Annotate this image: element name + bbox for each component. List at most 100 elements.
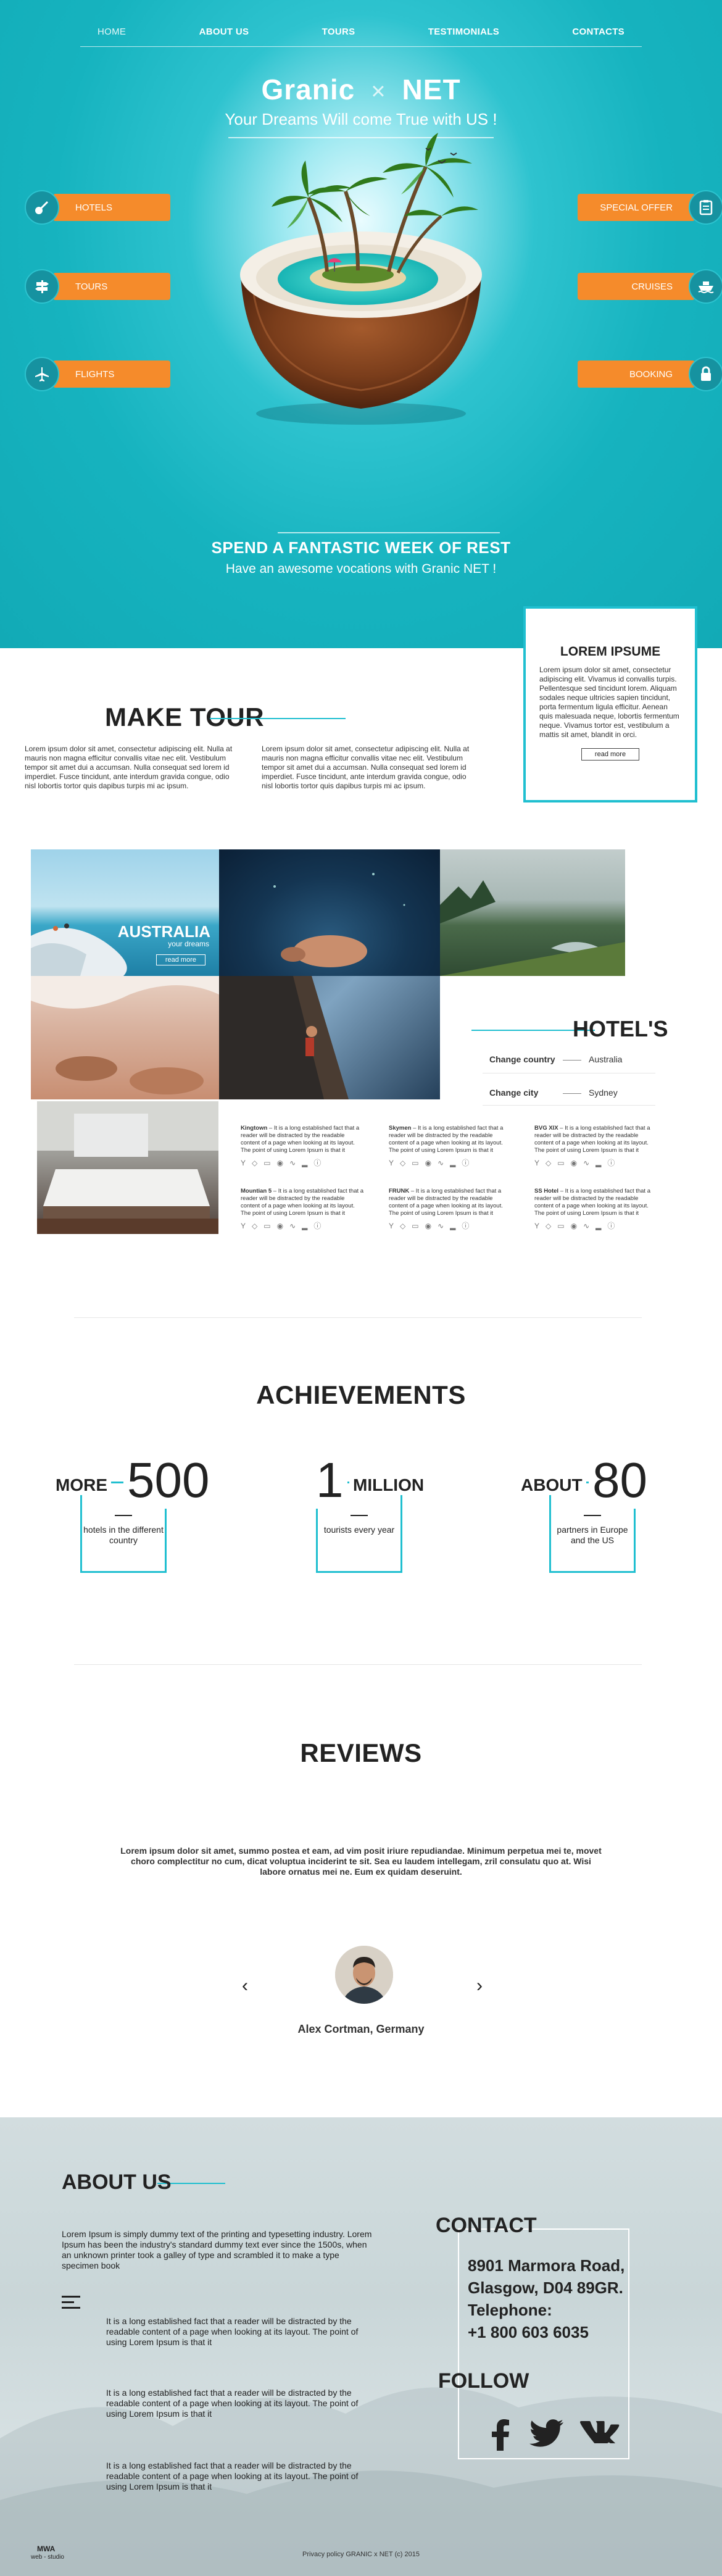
reviews-title: REVIEWS	[300, 1738, 422, 1767]
stat-number-1: 1	[312, 1452, 347, 1509]
hotel-card-ss-hotel[interactable]: SS Hotel – It is a long established fact…	[534, 1188, 658, 1230]
special-offer-button[interactable]: SPECIAL OFFER	[578, 190, 722, 225]
hotel-name: FRUNK	[389, 1188, 410, 1194]
hotel-card-mountian-5[interactable]: Mountian 5 – It is a long established fa…	[241, 1188, 364, 1230]
stat-number-80: 80	[589, 1452, 651, 1509]
hero-divider	[278, 532, 500, 533]
read-more-button[interactable]: read more	[581, 748, 639, 761]
amenity-icons: Y ◇ ▭ ◉ ∿ ▂ ⓘ	[241, 1222, 364, 1230]
amenity-icons: Y ◇ ▭ ◉ ∿ ▂ ⓘ	[389, 1159, 512, 1167]
car-icon: ▭	[412, 1159, 419, 1167]
stat-dash	[351, 1515, 368, 1516]
contact-title: CONTACT	[436, 2214, 537, 2237]
make-tour-divider	[210, 718, 346, 719]
city-dash	[563, 1093, 581, 1094]
pool-icon: ∿	[438, 1159, 444, 1167]
main-nav: HOME ABOUT US TOURS TESTIMONIALS CONTACT…	[80, 17, 642, 47]
amenity-icons: Y ◇ ▭ ◉ ∿ ▂ ⓘ	[534, 1222, 658, 1230]
cruises-button[interactable]: CRUISES	[578, 269, 722, 304]
bed-icon: ▂	[450, 1159, 456, 1167]
nav-contacts[interactable]: CONTACTS	[572, 27, 624, 37]
achievements-title: ACHIEVEMENTS	[256, 1380, 466, 1409]
hotel-name: Skymen	[389, 1125, 412, 1132]
country-dash	[563, 1060, 581, 1061]
tag-icon: ◇	[400, 1222, 406, 1230]
make-tour-title: MAKE TOUR	[105, 702, 265, 732]
info-icon: ⓘ	[607, 1222, 615, 1230]
pool-icon: ∿	[289, 1159, 296, 1167]
copyright: Privacy policy GRANIC x NET (c) 2015	[302, 2551, 420, 2558]
make-tour-text-col1: Lorem ipsum dolor sit amet, consectetur …	[25, 744, 233, 790]
brand-logo[interactable]: Granic × NET	[0, 73, 722, 106]
cocktail-icon: Y	[241, 1222, 246, 1230]
pin-icon: ◉	[425, 1159, 432, 1167]
australia-read-more-button[interactable]: read more	[156, 954, 205, 965]
stat-desc-hotels: hotels in the different country	[83, 1525, 164, 1545]
vk-icon[interactable]	[580, 2419, 624, 2450]
hotel-card-kingtown[interactable]: Kingtown – It is a long established fact…	[241, 1125, 364, 1167]
lake-landscape-tile[interactable]	[440, 849, 625, 976]
nav-tours[interactable]: TOURS	[322, 27, 355, 37]
hotel-bedroom-tile[interactable]	[37, 1101, 218, 1234]
hotel-card-skymen[interactable]: Skymen – It is a long established fact t…	[389, 1125, 512, 1167]
hotel-name: Kingtown	[241, 1125, 268, 1132]
tours-button[interactable]: TOURS	[25, 269, 170, 304]
flights-label: FLIGHTS	[53, 361, 170, 388]
car-icon: ▭	[557, 1222, 565, 1230]
twitter-icon[interactable]	[529, 2419, 564, 2454]
review-next-arrow[interactable]: ›	[476, 1975, 483, 1996]
brand-separator: ×	[371, 78, 386, 105]
telephone-number[interactable]: +1 800 603 6035	[468, 2321, 624, 2343]
city-select[interactable]: Sydney	[589, 1088, 618, 1098]
lorem-ipsume-card: LOREM IPSUME Lorem ipsum dolor sit amet,…	[523, 606, 697, 802]
city-divider	[483, 1105, 655, 1106]
ship-icon	[689, 269, 722, 304]
stat-number-500: 500	[123, 1452, 214, 1509]
cocktail-icon: Y	[534, 1222, 540, 1230]
pool-icon: ∿	[438, 1222, 444, 1230]
amenity-icons: Y ◇ ▭ ◉ ∿ ▂ ⓘ	[241, 1159, 364, 1167]
tag-icon: ◇	[252, 1222, 258, 1230]
nav-testimonials[interactable]: TESTIMONIALS	[428, 27, 499, 37]
beach-feet-tile[interactable]	[31, 976, 219, 1099]
facebook-icon[interactable]	[490, 2419, 511, 2457]
reviewer-name: Alex Cortman, Germany	[297, 2023, 425, 2035]
hotels-label: HOTELS	[53, 194, 170, 221]
hotel-name: Mountian 5	[241, 1188, 272, 1194]
hotel-name: BVG XIX	[534, 1125, 558, 1132]
info-icon: ⓘ	[607, 1159, 615, 1167]
booking-button[interactable]: BOOKING	[578, 357, 722, 391]
car-icon: ▭	[263, 1159, 271, 1167]
nav-home[interactable]: HOME	[98, 27, 126, 37]
rock-climber-tile[interactable]	[219, 976, 440, 1099]
review-text: Lorem ipsum dolor sit amet, summo postea…	[120, 1846, 602, 1877]
nav-about-us[interactable]: ABOUT US	[199, 27, 249, 37]
section-divider	[74, 1317, 642, 1318]
about-item: It is a long established fact that a rea…	[106, 2388, 359, 2419]
brand-right: NET	[402, 73, 461, 106]
menu-icon[interactable]	[62, 2296, 80, 2312]
stat-desc-partners: partners in Europe and the US	[557, 1525, 628, 1545]
coconut-island-image	[240, 133, 482, 425]
info-icon: ⓘ	[462, 1222, 470, 1230]
pin-icon: ◉	[570, 1159, 578, 1167]
cruises-label: CRUISES	[578, 273, 695, 300]
pin-icon: ◉	[276, 1159, 284, 1167]
hotels-button[interactable]: HOTELS	[25, 190, 170, 225]
flights-button[interactable]: FLIGHTS	[25, 357, 170, 391]
pool-icon: ∿	[583, 1222, 590, 1230]
underwater-swimmer-tile[interactable]	[219, 849, 440, 976]
hotel-card-frunk[interactable]: FRUNK – It is a long established fact th…	[389, 1188, 512, 1230]
country-select[interactable]: Australia	[589, 1054, 622, 1064]
australia-tile[interactable]: AUSTRALIA your dreams read more	[31, 849, 219, 976]
cocktail-icon: Y	[389, 1159, 394, 1167]
follow-title: FOLLOW	[438, 2369, 529, 2393]
hotel-card-bvg-xix[interactable]: BVG XIX – It is a long established fact …	[534, 1125, 658, 1167]
airplane-icon	[25, 357, 59, 391]
review-prev-arrow[interactable]: ‹	[242, 1975, 248, 1996]
lock-icon	[689, 357, 722, 391]
bed-icon: ▂	[595, 1222, 602, 1230]
tag-icon: ◇	[546, 1159, 552, 1167]
change-country-label: Change country	[489, 1054, 555, 1064]
about-us-title: ABOUT US	[62, 2170, 172, 2194]
